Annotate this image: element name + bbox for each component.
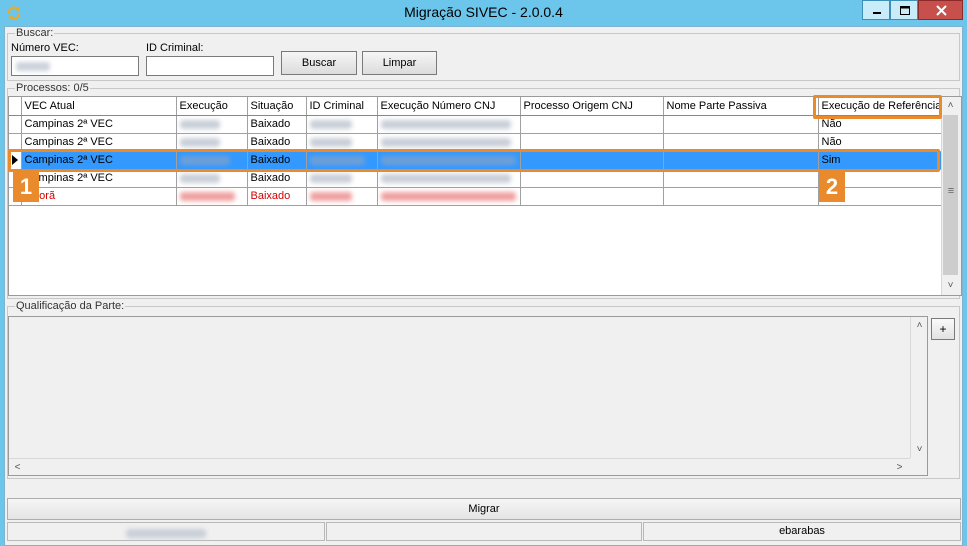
cell-id-criminal bbox=[306, 115, 378, 134]
annotation-badge-2: 2 bbox=[819, 172, 845, 202]
scroll-up-icon[interactable]: ˄ bbox=[942, 97, 959, 114]
scroll-up-icon[interactable]: ˄ bbox=[911, 317, 928, 334]
redacted-value bbox=[126, 528, 206, 538]
grip-icon: ≡ bbox=[947, 185, 955, 197]
annotation-badge-1: 1 bbox=[13, 172, 39, 202]
numero-vec-label: Número VEC: bbox=[11, 42, 79, 54]
close-button[interactable] bbox=[918, 0, 963, 20]
qualificacao-group-label: Qualificação da Parte: bbox=[15, 300, 126, 312]
cell-id-criminal bbox=[306, 187, 378, 206]
column-header[interactable]: VEC Atual bbox=[21, 97, 177, 116]
highlight-box-1 bbox=[8, 149, 940, 172]
cell-nome-parte bbox=[663, 115, 819, 134]
limpar-button[interactable]: Limpar bbox=[362, 51, 437, 75]
cell-processo-origem bbox=[520, 115, 664, 134]
cell-situacao: Baixado bbox=[247, 187, 307, 206]
migrar-button[interactable]: Migrar bbox=[7, 498, 961, 520]
scroll-left-icon[interactable]: ˂ bbox=[9, 459, 26, 476]
expand-plus-button[interactable]: + bbox=[931, 318, 955, 340]
column-header[interactable]: Execução Número CNJ bbox=[377, 97, 521, 116]
grid-vertical-scrollbar[interactable]: ˄ ≡ ˅ bbox=[941, 97, 961, 295]
cell-execucao bbox=[176, 187, 248, 206]
table-row[interactable]: Campinas 2ª VEC Baixado Não bbox=[9, 115, 942, 134]
app-window: Migração SIVEC - 2.0.0.4 Buscar: Número … bbox=[0, 0, 967, 546]
table-row[interactable]: Itiporã Baixado bbox=[9, 187, 942, 206]
row-header-corner bbox=[9, 97, 22, 116]
scroll-right-icon[interactable]: ˃ bbox=[891, 459, 908, 476]
qualificacao-text-area[interactable]: ˄ ˅ ˂ ˃ bbox=[8, 316, 928, 476]
row-header[interactable] bbox=[9, 115, 22, 134]
highlight-box-2 bbox=[813, 95, 942, 119]
minimize-button[interactable] bbox=[862, 0, 890, 20]
header-row: VEC Atual Execução Situação ID Criminal … bbox=[9, 97, 942, 116]
cell-execucao bbox=[176, 115, 248, 134]
maximize-icon bbox=[900, 6, 910, 15]
status-segment-1 bbox=[7, 522, 325, 541]
cell-vec-atual: Itiporã bbox=[21, 187, 177, 206]
window-title: Migração SIVEC - 2.0.0.4 bbox=[404, 4, 563, 20]
id-criminal-label: ID Criminal: bbox=[146, 42, 204, 54]
cell-nome-parte bbox=[663, 187, 819, 206]
column-header[interactable]: ID Criminal bbox=[306, 97, 378, 116]
numero-vec-input[interactable] bbox=[11, 56, 139, 76]
cell-processo-origem bbox=[520, 187, 664, 206]
client-area: Buscar: Número VEC: ID Criminal: Buscar … bbox=[4, 26, 963, 546]
status-segment-2 bbox=[326, 522, 642, 541]
column-header[interactable]: Processo Origem CNJ bbox=[520, 97, 664, 116]
column-header[interactable]: Execução bbox=[176, 97, 248, 116]
buscar-button[interactable]: Buscar bbox=[281, 51, 357, 75]
cell-situacao: Baixado bbox=[247, 115, 307, 134]
scroll-down-icon[interactable]: ˅ bbox=[911, 441, 928, 458]
id-criminal-input[interactable] bbox=[146, 56, 274, 76]
scroll-down-icon[interactable]: ˅ bbox=[942, 277, 959, 294]
processos-group-label: Processos: 0/5 bbox=[15, 82, 90, 94]
column-header[interactable]: Nome Parte Passiva bbox=[663, 97, 819, 116]
cell-execucao-cnj bbox=[377, 115, 521, 134]
minimize-icon bbox=[873, 12, 881, 14]
qualificacao-vertical-scrollbar[interactable]: ˄ ˅ bbox=[910, 317, 927, 458]
maximize-button[interactable] bbox=[890, 0, 918, 20]
redacted-value bbox=[16, 62, 50, 71]
column-header[interactable]: Situação bbox=[247, 97, 307, 116]
close-icon bbox=[936, 5, 947, 16]
status-user: ebarabas bbox=[643, 522, 961, 541]
search-group-label: Buscar: bbox=[15, 27, 55, 39]
title-bar[interactable]: Migração SIVEC - 2.0.0.4 bbox=[0, 0, 967, 26]
cell-execucao-cnj bbox=[377, 187, 521, 206]
qualificacao-horizontal-scrollbar[interactable]: ˂ ˃ bbox=[9, 458, 910, 475]
scroll-thumb[interactable]: ≡ bbox=[943, 115, 958, 275]
cell-vec-atual: Campinas 2ª VEC bbox=[21, 115, 177, 134]
